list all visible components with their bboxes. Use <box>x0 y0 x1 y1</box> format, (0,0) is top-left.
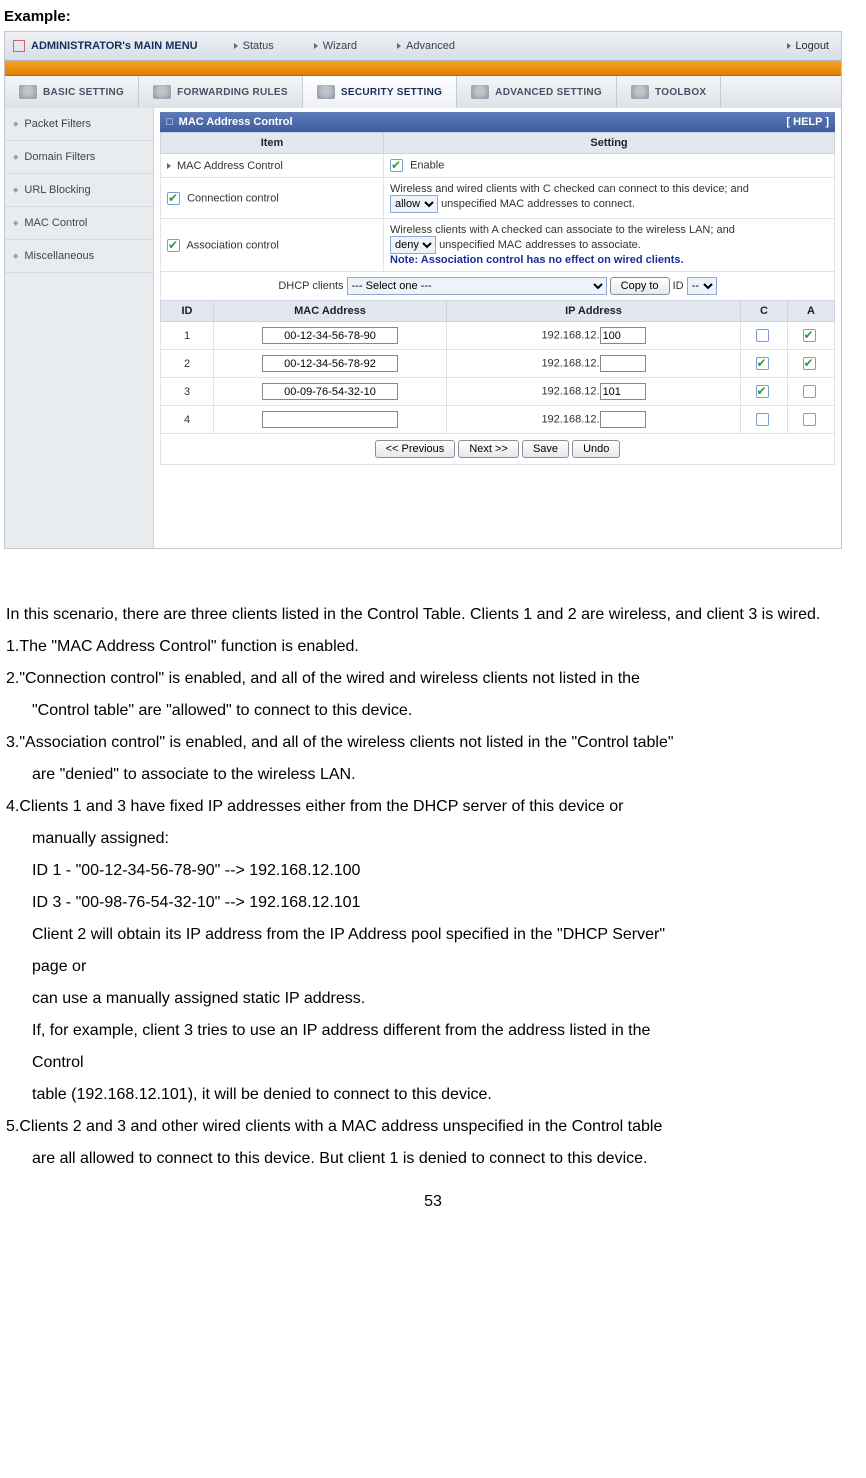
control-table: ID MAC Address IP Address C A 1 192.168.… <box>160 300 835 434</box>
row-mac-control: MAC Address Control <box>161 154 384 178</box>
sidebar-item-domain[interactable]: Domain Filters <box>5 141 153 174</box>
undo-button[interactable]: Undo <box>572 440 620 458</box>
example-heading: Example: <box>0 8 866 31</box>
association-deny-select[interactable]: deny <box>390 236 436 254</box>
sidebar-item-misc[interactable]: Miscellaneous <box>5 240 153 273</box>
previous-button[interactable]: << Previous <box>375 440 456 458</box>
tab-bar: BASIC SETTING FORWARDING RULES SECURITY … <box>5 76 841 108</box>
top-nav: Status Wizard Advanced <box>234 40 455 52</box>
mac-input-3[interactable] <box>262 383 398 400</box>
mac-control-enable-checkbox[interactable] <box>390 159 403 172</box>
ip-input-4[interactable] <box>600 411 646 428</box>
copy-to-button[interactable]: Copy to <box>610 277 670 295</box>
tab-toolbox[interactable]: TOOLBOX <box>617 76 721 108</box>
security-icon <box>317 85 335 99</box>
a-checkbox-1[interactable] <box>803 329 816 342</box>
admin-topbar: ADMINISTRATOR's MAIN MENU Status Wizard … <box>5 32 841 61</box>
table-row: 1 192.168.12. <box>161 322 835 350</box>
th-c: C <box>741 301 788 322</box>
sidebar: Packet Filters Domain Filters URL Blocki… <box>5 108 154 548</box>
forwarding-icon <box>153 85 171 99</box>
button-row: << Previous Next >> Save Undo <box>160 434 835 465</box>
toolbox-icon <box>631 85 649 99</box>
mac-input-1[interactable] <box>262 327 398 344</box>
tab-forwarding[interactable]: FORWARDING RULES <box>139 76 303 108</box>
help-link[interactable]: [ HELP ] <box>786 116 829 128</box>
th-a: A <box>788 301 835 322</box>
panel-header: □ MAC Address Control [ HELP ] <box>160 112 835 132</box>
table-row: 4 192.168.12. <box>161 406 835 434</box>
a-checkbox-3[interactable] <box>803 385 816 398</box>
advanced-icon <box>471 85 489 99</box>
table-row: 2 192.168.12. <box>161 350 835 378</box>
th-item: Item <box>161 133 384 154</box>
c-checkbox-4[interactable] <box>756 413 769 426</box>
connection-allow-select[interactable]: allow <box>390 195 438 213</box>
ip-input-1[interactable] <box>600 327 646 344</box>
th-id: ID <box>161 301 214 322</box>
save-button[interactable]: Save <box>522 440 569 458</box>
th-mac: MAC Address <box>214 301 447 322</box>
row-connection-control: Connection control <box>187 192 279 204</box>
row-association-control: Association control <box>186 239 278 251</box>
mac-input-4[interactable] <box>262 411 398 428</box>
page-number: 53 <box>0 1193 866 1211</box>
ip-input-3[interactable] <box>600 383 646 400</box>
tab-advanced[interactable]: ADVANCED SETTING <box>457 76 617 108</box>
menu-icon <box>13 40 25 52</box>
association-control-checkbox[interactable] <box>167 239 180 252</box>
connection-control-checkbox[interactable] <box>167 192 180 205</box>
a-checkbox-2[interactable] <box>803 357 816 370</box>
main-panel: □ MAC Address Control [ HELP ] ItemSetti… <box>154 108 841 548</box>
settings-table: ItemSetting MAC Address Control Enable C… <box>160 132 835 301</box>
nav-logout[interactable]: Logout <box>787 40 829 52</box>
association-note: Note: Association control has no effect … <box>390 254 684 266</box>
nav-advanced[interactable]: Advanced <box>397 40 455 52</box>
accent-bar <box>5 61 841 76</box>
screenshot-panel: ADMINISTRATOR's MAIN MENU Status Wizard … <box>4 31 842 549</box>
dhcp-clients-select[interactable]: --- Select one --- <box>347 277 607 295</box>
a-checkbox-4[interactable] <box>803 413 816 426</box>
nav-status[interactable]: Status <box>234 40 274 52</box>
panel-title: MAC Address Control <box>179 116 293 128</box>
next-button[interactable]: Next >> <box>458 440 519 458</box>
th-ip: IP Address <box>447 301 741 322</box>
ip-input-2[interactable] <box>600 355 646 372</box>
admin-title: ADMINISTRATOR's MAIN MENU <box>31 40 198 52</box>
table-row: 3 192.168.12. <box>161 378 835 406</box>
th-setting: Setting <box>384 133 835 154</box>
mac-input-2[interactable] <box>262 355 398 372</box>
tab-security[interactable]: SECURITY SETTING <box>303 76 457 108</box>
basic-icon <box>19 85 37 99</box>
nav-wizard[interactable]: Wizard <box>314 40 357 52</box>
sidebar-item-url[interactable]: URL Blocking <box>5 174 153 207</box>
sidebar-item-mac[interactable]: MAC Control <box>5 207 153 240</box>
description-text: In this scenario, there are three client… <box>0 549 866 1175</box>
c-checkbox-1[interactable] <box>756 329 769 342</box>
c-checkbox-3[interactable] <box>756 385 769 398</box>
c-checkbox-2[interactable] <box>756 357 769 370</box>
tab-basic[interactable]: BASIC SETTING <box>5 76 139 108</box>
sidebar-item-packet[interactable]: Packet Filters <box>5 108 153 141</box>
copy-id-select[interactable]: -- <box>687 277 717 295</box>
